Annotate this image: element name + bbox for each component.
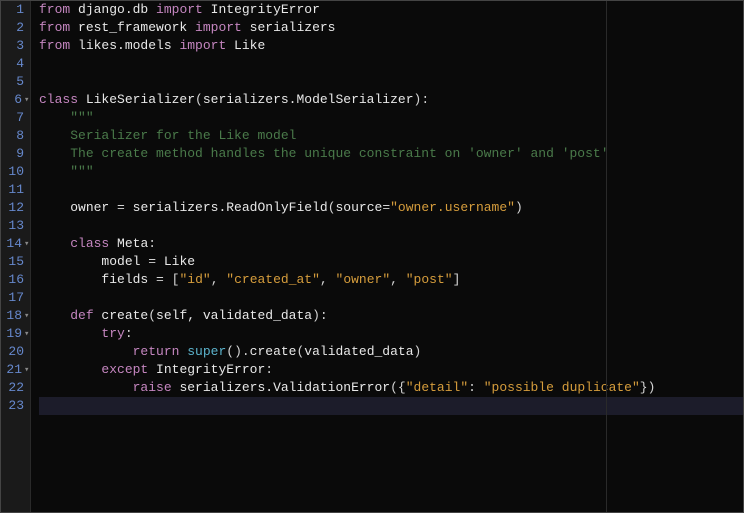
code-line[interactable] (39, 181, 743, 199)
code-line[interactable]: """ (39, 109, 743, 127)
line-number: 9 (1, 145, 24, 163)
code-editor[interactable]: 1 2 3 4 5 6▾ 7 8 9 10 11 12 13 14▾ 15 16… (1, 1, 743, 512)
line-number: 6▾ (1, 91, 24, 109)
line-number: 18▾ (1, 307, 24, 325)
line-number: 5 (1, 73, 24, 91)
line-number: 17 (1, 289, 24, 307)
code-line[interactable] (39, 217, 743, 235)
line-number: 10 (1, 163, 24, 181)
code-line[interactable]: raise serializers.ValidationError({"deta… (39, 379, 743, 397)
print-margin (606, 1, 607, 512)
code-line[interactable]: from django.db import IntegrityError (39, 1, 743, 19)
line-number: 14▾ (1, 235, 24, 253)
code-line[interactable]: Serializer for the Like model (39, 127, 743, 145)
code-line-active[interactable] (39, 397, 743, 415)
code-line[interactable]: class LikeSerializer(serializers.ModelSe… (39, 91, 743, 109)
line-number: 15 (1, 253, 24, 271)
code-line[interactable]: from rest_framework import serializers (39, 19, 743, 37)
line-number: 4 (1, 55, 24, 73)
line-number: 7 (1, 109, 24, 127)
code-line[interactable] (39, 289, 743, 307)
code-line[interactable]: return super().create(validated_data) (39, 343, 743, 361)
line-number: 16 (1, 271, 24, 289)
code-line[interactable]: try: (39, 325, 743, 343)
line-number: 8 (1, 127, 24, 145)
code-line[interactable]: fields = ["id", "created_at", "owner", "… (39, 271, 743, 289)
code-line[interactable] (39, 73, 743, 91)
line-number: 22 (1, 379, 24, 397)
line-number: 12 (1, 199, 24, 217)
code-line[interactable] (39, 55, 743, 73)
line-number: 11 (1, 181, 24, 199)
line-number: 2 (1, 19, 24, 37)
code-line[interactable]: def create(self, validated_data): (39, 307, 743, 325)
code-line[interactable]: The create method handles the unique con… (39, 145, 743, 163)
code-content[interactable]: from django.db import IntegrityError fro… (31, 1, 743, 512)
code-line[interactable]: class Meta: (39, 235, 743, 253)
line-number: 3 (1, 37, 24, 55)
line-number: 21▾ (1, 361, 24, 379)
line-number: 1 (1, 1, 24, 19)
line-number: 23 (1, 397, 24, 415)
code-line[interactable]: owner = serializers.ReadOnlyField(source… (39, 199, 743, 217)
line-number: 13 (1, 217, 24, 235)
line-number: 19▾ (1, 325, 24, 343)
line-number-gutter: 1 2 3 4 5 6▾ 7 8 9 10 11 12 13 14▾ 15 16… (1, 1, 31, 512)
code-line[interactable]: model = Like (39, 253, 743, 271)
code-line[interactable]: """ (39, 163, 743, 181)
code-line[interactable]: except IntegrityError: (39, 361, 743, 379)
line-number: 20 (1, 343, 24, 361)
code-line[interactable]: from likes.models import Like (39, 37, 743, 55)
